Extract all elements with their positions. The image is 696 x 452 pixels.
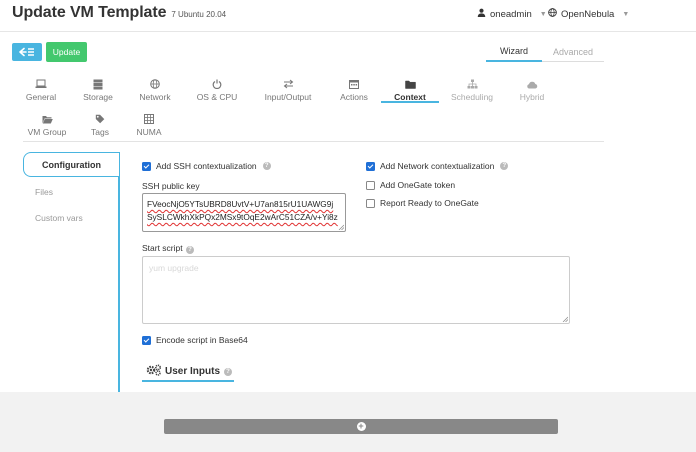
calendar-icon bbox=[349, 78, 359, 90]
tabs-divider bbox=[23, 141, 604, 142]
power-icon bbox=[212, 78, 222, 90]
mode-tabs: Wizard Advanced bbox=[486, 42, 604, 62]
tag-icon bbox=[95, 113, 105, 125]
report-ready-label: Report Ready to OneGate bbox=[380, 198, 479, 208]
add-ssh-label: Add SSH contextualization bbox=[156, 161, 257, 171]
user-inputs-header: User Inputs ? bbox=[146, 364, 233, 379]
report-ready-checkbox[interactable] bbox=[366, 198, 375, 208]
globe-icon bbox=[548, 8, 557, 20]
add-network-checkbox-row[interactable]: Add Network contextualization ? bbox=[366, 161, 509, 171]
active-tab-indicator bbox=[381, 101, 439, 103]
encode-checkbox[interactable] bbox=[142, 335, 151, 345]
globe-icon bbox=[150, 78, 160, 90]
folder-icon bbox=[404, 78, 416, 90]
subtab-custom-vars[interactable]: Custom vars bbox=[35, 213, 83, 223]
add-ssh-checkbox[interactable] bbox=[142, 161, 151, 171]
grid-icon bbox=[144, 113, 154, 125]
user-menu[interactable]: oneadmin ▼ bbox=[477, 8, 547, 20]
ssh-key-line: FVeocNjO5YTsUBRD8UvtV+U7an815rU1UAWG9j bbox=[147, 199, 334, 209]
tab-vm-group[interactable]: VM Group bbox=[23, 113, 71, 139]
tab-storage[interactable]: Storage bbox=[80, 78, 116, 104]
user-inputs-underline bbox=[142, 380, 234, 382]
chevron-down-icon: ▼ bbox=[622, 10, 630, 18]
resize-handle-icon[interactable] bbox=[338, 224, 344, 230]
user-icon bbox=[477, 8, 486, 20]
user-inputs-title: User Inputs bbox=[165, 366, 221, 377]
help-icon[interactable]: ? bbox=[186, 246, 194, 254]
database-icon bbox=[93, 78, 103, 90]
cloud-icon bbox=[526, 78, 538, 90]
tab-input-output[interactable]: Input/Output bbox=[260, 78, 316, 104]
tab-hybrid[interactable]: Hybrid bbox=[514, 78, 550, 104]
subtabs-divider bbox=[118, 152, 120, 392]
context-subtabs: Configuration Files Custom vars bbox=[23, 152, 119, 392]
encode-label: Encode script in Base64 bbox=[156, 335, 248, 345]
add-onegate-checkbox-row[interactable]: Add OneGate token bbox=[366, 180, 455, 190]
resize-handle-icon[interactable] bbox=[562, 316, 568, 322]
laptop-icon bbox=[35, 78, 47, 90]
ssh-key-line: SySLCWkhXkPQx2MSx9tOqE2wArC51CZA/v+Yi8z bbox=[147, 212, 338, 222]
plus-circle-icon: + bbox=[356, 421, 366, 431]
exchange-icon bbox=[283, 78, 294, 90]
chevron-down-icon: ▼ bbox=[539, 10, 547, 18]
tab-os-cpu[interactable]: OS & CPU bbox=[196, 78, 238, 104]
update-button[interactable]: Update bbox=[46, 42, 87, 62]
zone-name: OpenNebula bbox=[561, 8, 615, 20]
back-button[interactable] bbox=[12, 43, 42, 61]
tab-tags[interactable]: Tags bbox=[86, 113, 114, 139]
add-user-input-button[interactable]: + bbox=[164, 419, 558, 434]
ssh-key-label: SSH public key bbox=[142, 181, 200, 191]
tab-numa[interactable]: NUMA bbox=[131, 113, 167, 139]
gears-icon bbox=[146, 364, 162, 379]
add-ssh-checkbox-row[interactable]: Add SSH contextualization ? bbox=[142, 161, 271, 171]
tab-general[interactable]: General bbox=[23, 78, 59, 104]
help-icon[interactable]: ? bbox=[224, 367, 233, 376]
tab-scheduling[interactable]: Scheduling bbox=[448, 78, 496, 104]
encode-checkbox-row[interactable]: Encode script in Base64 bbox=[142, 335, 248, 345]
help-icon[interactable]: ? bbox=[500, 162, 509, 170]
subtab-configuration[interactable]: Configuration bbox=[23, 152, 119, 177]
folder-open-icon bbox=[42, 113, 53, 125]
user-name: oneadmin bbox=[490, 8, 532, 20]
start-script-label-row: Start script ? bbox=[142, 243, 194, 254]
template-subtitle: 7 Ubuntu 20.04 bbox=[171, 10, 227, 19]
add-network-checkbox[interactable] bbox=[366, 161, 375, 171]
tab-advanced[interactable]: Advanced bbox=[542, 42, 604, 62]
header-divider bbox=[0, 31, 696, 32]
tab-network[interactable]: Network bbox=[136, 78, 174, 104]
add-network-label: Add Network contextualization bbox=[380, 161, 495, 171]
sitemap-icon bbox=[467, 78, 478, 90]
tab-wizard[interactable]: Wizard bbox=[486, 42, 542, 62]
subtab-files[interactable]: Files bbox=[35, 187, 53, 197]
add-onegate-checkbox[interactable] bbox=[366, 180, 375, 190]
help-icon[interactable]: ? bbox=[262, 162, 271, 170]
zone-menu[interactable]: OpenNebula ▼ bbox=[548, 8, 629, 20]
start-script-label: Start script bbox=[142, 243, 183, 253]
page-header: Update VM Template 7 Ubuntu 20.04 bbox=[12, 4, 226, 26]
back-list-icon bbox=[19, 47, 34, 57]
start-script-field[interactable]: yum upgrade bbox=[142, 256, 570, 324]
add-onegate-label: Add OneGate token bbox=[380, 180, 456, 190]
report-ready-checkbox-row[interactable]: Report Ready to OneGate bbox=[366, 198, 479, 208]
start-script-placeholder: yum upgrade bbox=[149, 263, 199, 273]
page-title: Update VM Template bbox=[12, 4, 167, 21]
ssh-key-field[interactable]: FVeocNjO5YTsUBRD8UvtV+U7an815rU1UAWG9j S… bbox=[142, 193, 346, 232]
tab-actions[interactable]: Actions bbox=[336, 78, 372, 104]
